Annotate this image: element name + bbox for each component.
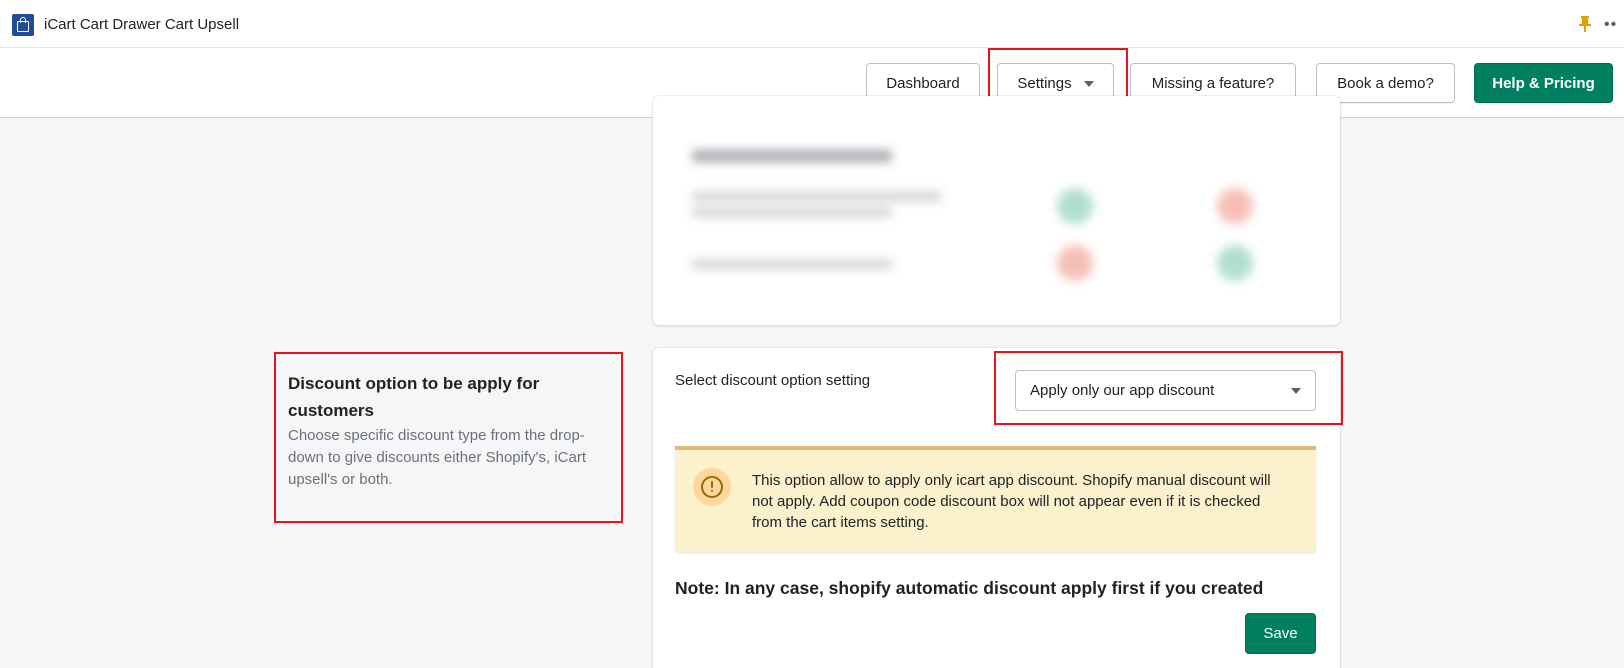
discount-select-value: Apply only our app discount — [1030, 382, 1215, 399]
discount-note: Note: In any case, shopify automatic dis… — [675, 578, 1264, 598]
warning-banner-text: This option allow to apply only icart ap… — [752, 472, 1271, 531]
alert-circle-icon — [693, 468, 731, 506]
discount-option-select[interactable]: Apply only our app discount — [1015, 370, 1316, 411]
warning-banner: This option allow to apply only icart ap… — [675, 446, 1316, 552]
app-titlebar: iCart Cart Drawer Cart Upsell •• — [0, 0, 1624, 48]
caret-down-icon — [1291, 388, 1301, 394]
discount-section-description: Choose specific discount type from the d… — [288, 427, 587, 488]
save-button[interactable]: Save — [1245, 613, 1316, 654]
discount-select-label: Select discount option setting — [675, 372, 871, 389]
help-pricing-button[interactable]: Help & Pricing — [1474, 63, 1613, 103]
app-title: iCart Cart Drawer Cart Upsell — [44, 16, 240, 33]
more-horizontal-icon[interactable]: •• — [1604, 16, 1617, 34]
shopping-bag-icon — [12, 14, 34, 36]
blurred-content — [652, 120, 1317, 298]
caret-down-icon — [1083, 80, 1094, 87]
discount-section-title: Discount option to be apply for customer… — [288, 374, 540, 420]
pin-icon[interactable] — [1578, 15, 1592, 33]
